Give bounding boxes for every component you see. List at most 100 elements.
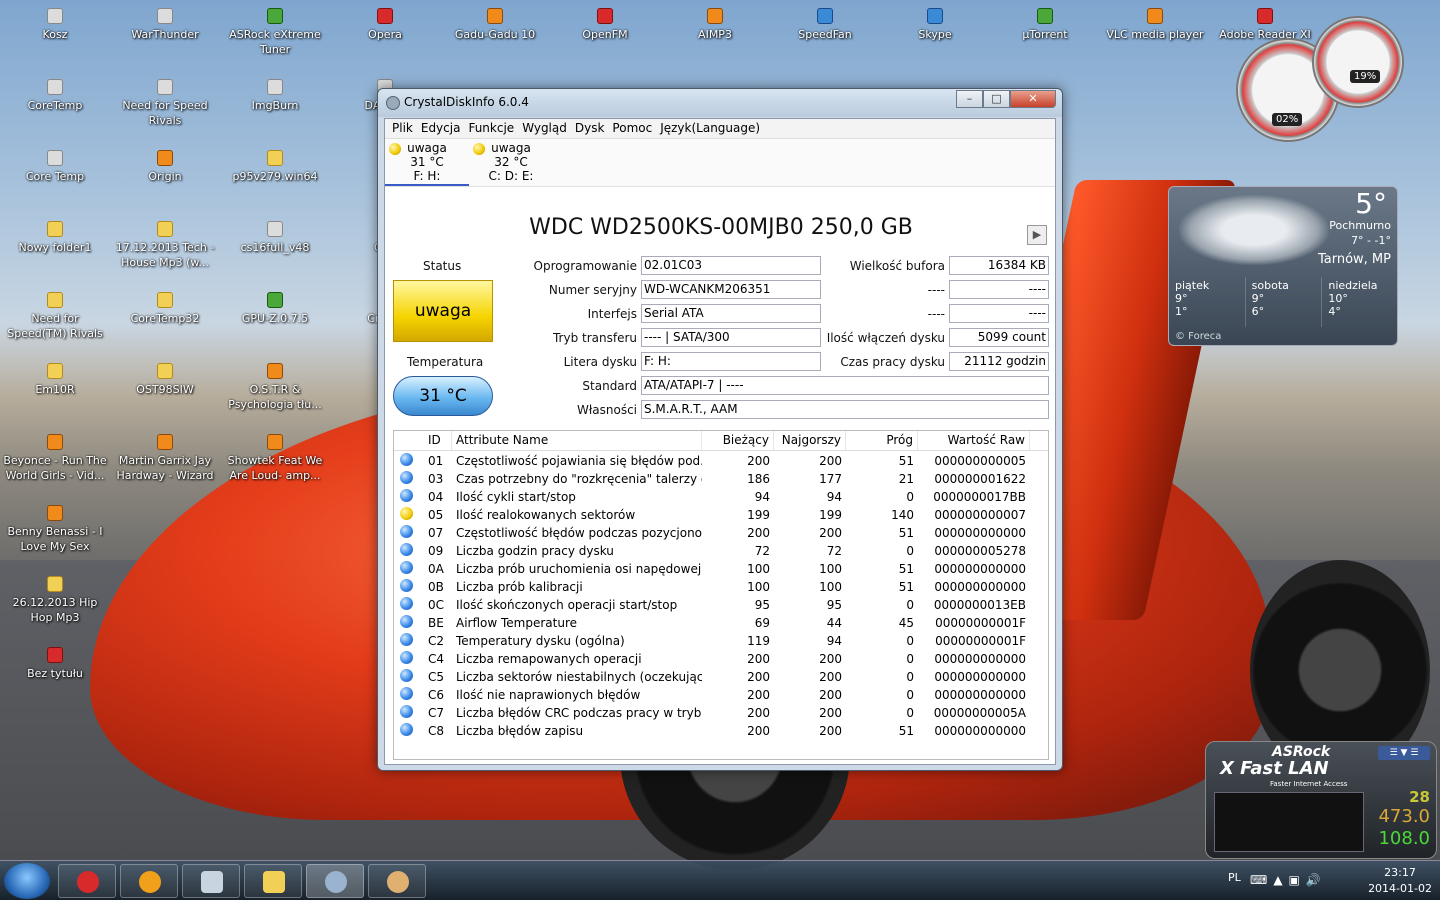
calculator-icon — [201, 871, 223, 893]
desktop-icon[interactable]: ASRock eXtreme Tuner — [220, 8, 330, 57]
desktop-icon[interactable]: Need for Speed Rivals — [110, 79, 220, 128]
desktop-icon[interactable]: Origin — [110, 150, 220, 184]
column-header[interactable]: Najgorszy — [774, 431, 846, 450]
cell-raw: 00000000001F — [935, 634, 1026, 648]
menu-item[interactable]: Funkcje — [467, 119, 521, 138]
row-status-cell — [394, 469, 424, 487]
transfer-mode-value: ---- | SATA/300 — [641, 328, 821, 347]
desktop-icon[interactable]: p95v279.win64 — [220, 150, 330, 184]
cell-worst: 200 — [819, 670, 842, 684]
maximize-button[interactable]: □ — [983, 90, 1010, 108]
desktop-icon[interactable]: Showtek Feat We Are Loud- amp... — [220, 434, 330, 483]
table-row[interactable]: 04 Ilość cykli start/stop 94 94 0 0000000017B… — [394, 487, 1048, 505]
desktop-icon[interactable]: Kosz — [0, 8, 110, 42]
desktop-icon[interactable]: Beyonce - Run The World Girls - Vid... — [0, 434, 110, 483]
asrock-menu-icon[interactable]: ☰ ▼ ☰ — [1378, 746, 1430, 760]
desktop-icon[interactable]: Nowy folder1 — [0, 221, 110, 255]
buffer-size-value: 16384 KB — [949, 256, 1049, 275]
taskbar-calculator[interactable] — [182, 864, 240, 898]
desktop-icon[interactable]: AIMP3 — [660, 8, 770, 42]
desktop-icon[interactable]: Em10R — [0, 363, 110, 397]
desktop-icon[interactable]: OST98SIW — [110, 363, 220, 397]
close-button[interactable]: ✕ — [1010, 90, 1056, 108]
menu-item[interactable]: Wygląd — [521, 119, 574, 138]
table-row[interactable]: 0A Liczba prób uruchomienia osi napędowej… — [394, 559, 1048, 577]
table-row[interactable]: C5 Liczba sektorów niestabilnych (oczekuj… — [394, 667, 1048, 685]
taskbar-crystaldiskinfo[interactable] — [306, 864, 364, 898]
taskbar-aimp[interactable] — [120, 864, 178, 898]
desktop-icon[interactable]: OpenFM — [550, 8, 660, 42]
desktop-icon[interactable]: Bez tytułu — [0, 647, 110, 681]
table-row[interactable]: BE Airflow Temperature 69 44 45 00000000001F — [394, 613, 1048, 631]
asrock-xfastlan-gadget[interactable]: ASRock X Fast LAN Faster Internet Access… — [1205, 741, 1437, 859]
taskbar-explorer[interactable] — [244, 864, 302, 898]
weather-forecast: piątek 9° 1° sobota 9° 6° niedziela 10° 4° — [1169, 277, 1397, 327]
smart-attributes-table[interactable]: ID Attribute Name Bieżący Najgorszy Próg Wart… — [393, 430, 1049, 760]
desktop-icon[interactable]: Benny Benassi - I Love My Sex — [0, 505, 110, 554]
column-header[interactable]: Wartość Raw — [918, 431, 1030, 450]
cell-id: C4 — [428, 652, 445, 666]
column-header[interactable]: Attribute Name — [452, 431, 702, 450]
table-row[interactable]: 05 Ilość realokowanych sektorów 199 199 140 0… — [394, 505, 1048, 523]
language-indicator[interactable]: PL — [1228, 871, 1241, 884]
desktop-icon[interactable]: SpeedFan — [770, 8, 880, 42]
table-row[interactable]: C6 Ilość nie naprawionych błędów 200 200 0 00… — [394, 685, 1048, 703]
title-bar[interactable]: CrystalDiskInfo 6.0.4 – □ ✕ — [378, 89, 1062, 117]
desktop-icon[interactable]: Gadu-Gadu 10 — [440, 8, 550, 42]
table-row[interactable]: 09 Liczba godzin pracy dysku 72 72 0 00000000… — [394, 541, 1048, 559]
menu-item[interactable]: Język(Language) — [659, 119, 767, 138]
desktop-icon[interactable]: Need for Speed(TM) Rivals — [0, 292, 110, 341]
next-disk-button[interactable]: ▶ — [1027, 225, 1047, 245]
menu-item[interactable]: Dysk — [574, 119, 612, 138]
desktop-icon[interactable]: CoreTemp32 — [110, 292, 220, 326]
desktop-icon[interactable]: Martin Garrix Jay Hardway - Wizard — [110, 434, 220, 483]
desktop-icon[interactable]: GPU-Z.0.7.5 — [220, 292, 330, 326]
table-row[interactable]: 0C Ilość skończonych operacji start/stop 9… — [394, 595, 1048, 613]
tray-icons[interactable]: ⌨▲▣🔊 — [1250, 873, 1327, 887]
column-header[interactable]: Próg — [846, 431, 918, 450]
cell-thr: 0 — [906, 652, 914, 666]
clock[interactable]: 23:17 2014-01-02 — [1368, 865, 1432, 897]
desktop-icon[interactable]: Opera — [330, 8, 440, 42]
menu-item[interactable]: Edycja — [420, 119, 468, 138]
start-button[interactable] — [4, 863, 50, 899]
desktop-icon[interactable]: Skype — [880, 8, 990, 42]
minimize-button[interactable]: – — [956, 90, 983, 108]
table-row[interactable]: C7 Liczba błędów CRC podczas pracy w tryb… — [394, 703, 1048, 721]
table-row[interactable]: C2 Temperatury dysku (ogólna) 119 94 0 000000… — [394, 631, 1048, 649]
cell-worst: 94 — [826, 490, 842, 504]
table-row[interactable]: C4 Liczba remapowanych operacji 200 200 0 000… — [394, 649, 1048, 667]
desktop-icon[interactable]: VLC media player — [1100, 8, 1210, 42]
taskbar-opera[interactable] — [58, 864, 116, 898]
table-row[interactable]: 03 Czas potrzebny do "rozkręcenia" talerz… — [394, 469, 1048, 487]
desktop-icon[interactable]: 17.12.2013 Tech - House Mp3 (w... — [110, 221, 220, 270]
table-row[interactable]: 0B Liczba prób kalibracji 100 100 51 00000000… — [394, 577, 1048, 595]
desktop-icon[interactable]: µTorrent — [990, 8, 1100, 42]
column-header[interactable]: Bieżący — [702, 431, 774, 450]
menu-item[interactable]: Plik — [391, 119, 420, 138]
health-status-badge[interactable]: uwaga — [393, 280, 493, 342]
weather-gadget[interactable]: 5° Pochmurno 7° - -1° Tarnów, MP piątek 9… — [1168, 186, 1398, 346]
row-status-cell — [394, 523, 424, 541]
drive-tab[interactable]: uwaga 32 °C C: D: E: — [469, 139, 553, 186]
memory-meter-gadget[interactable] — [1312, 16, 1404, 108]
desktop-icon[interactable]: 26.12.2013 Hip Hop Mp3 — [0, 576, 110, 625]
desktop-icon[interactable]: Core Temp — [0, 150, 110, 184]
desktop-icon[interactable]: WarThunder — [110, 8, 220, 42]
cell-cur: 95 — [754, 598, 770, 612]
table-row[interactable]: 07 Częstotliwość błędów podczas pozycjono… — [394, 523, 1048, 541]
table-row[interactable]: C8 Liczba błędów zapisu 200 200 51 0000000000… — [394, 721, 1048, 739]
menu-item[interactable]: Pomoc — [611, 119, 659, 138]
desktop-icon[interactable]: Adobe Reader XI — [1210, 8, 1320, 42]
desktop-icon[interactable]: O.S.T.R & Psychologia tłu... — [220, 363, 330, 412]
desktop-icon[interactable]: cs16full_v48 — [220, 221, 330, 255]
temperature-badge[interactable]: 31 °C — [393, 376, 493, 416]
table-row[interactable]: 01 Częstotliwość pojawiania się błędów po… — [394, 451, 1048, 469]
drive-tab[interactable]: uwaga 31 °C F: H: — [385, 139, 469, 186]
forecast-name: piątek — [1175, 279, 1210, 292]
desktop-icon[interactable]: ImgBurn — [220, 79, 330, 113]
cell-name: Ilość realokowanych sektorów — [456, 508, 636, 522]
column-header[interactable]: ID — [424, 431, 452, 450]
taskbar-paint[interactable] — [368, 864, 426, 898]
desktop-icon[interactable]: CoreTemp — [0, 79, 110, 113]
